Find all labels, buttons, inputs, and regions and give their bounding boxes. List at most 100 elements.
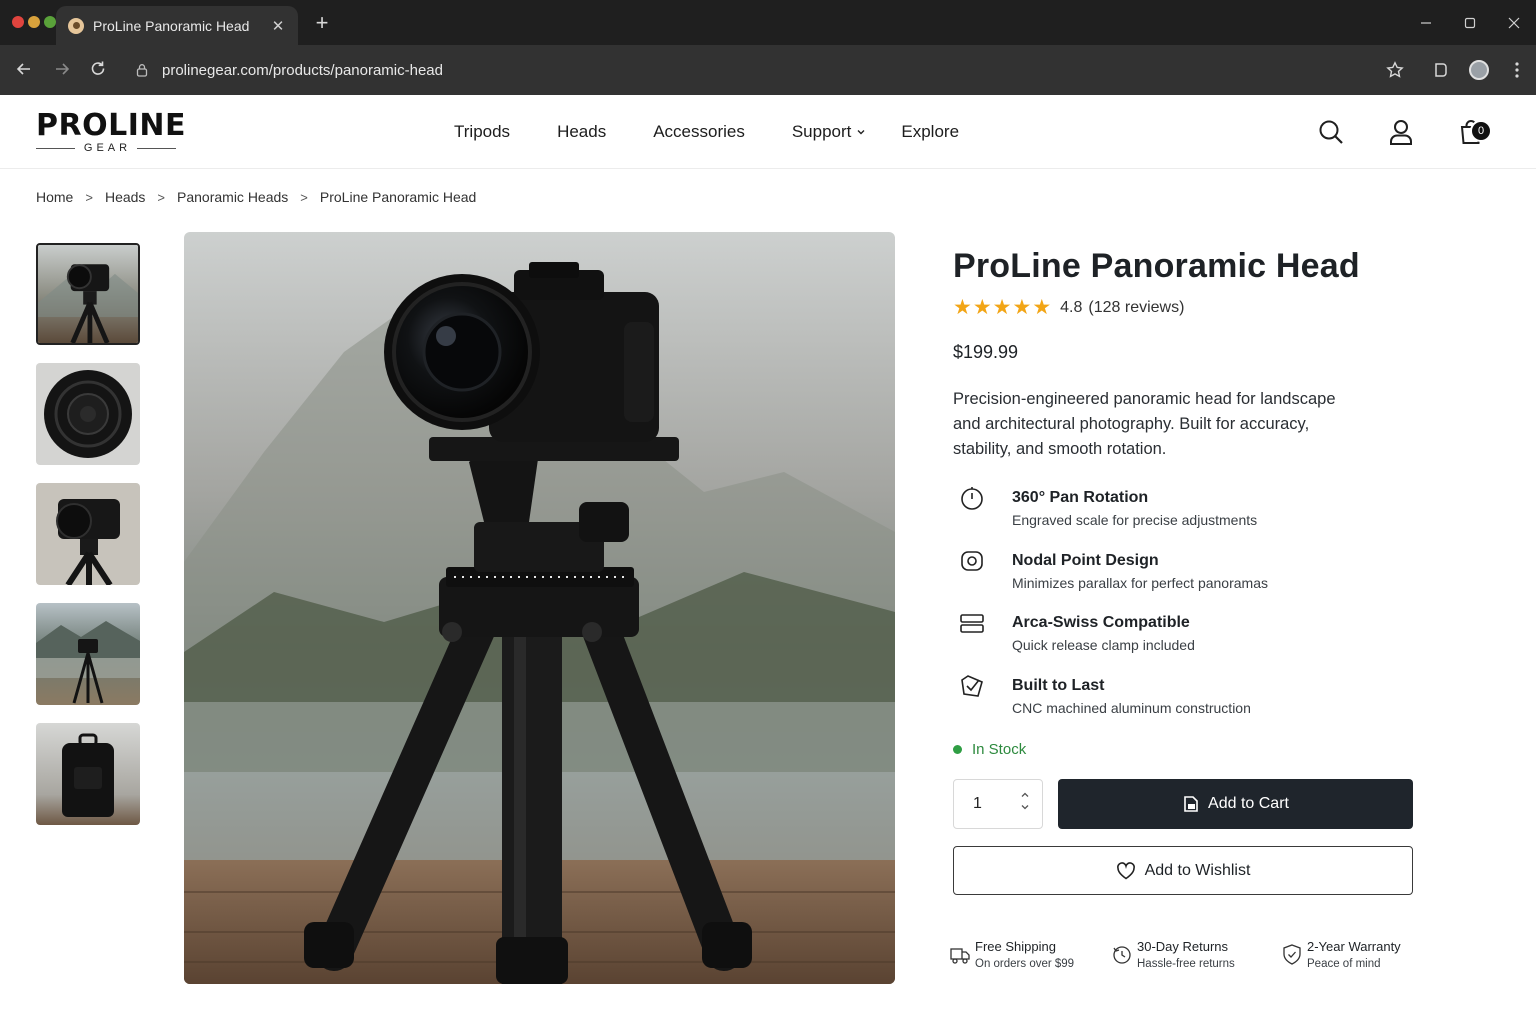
- rating-value: 4.8: [1060, 299, 1083, 316]
- product-description: Precision-engineered panoramic head for …: [953, 390, 1336, 458]
- stock-label: In Stock: [972, 741, 1027, 758]
- browser-actions: [1376, 45, 1536, 95]
- logo-subline: GEAR: [36, 142, 176, 154]
- nav-tripods[interactable]: Tripods: [454, 122, 510, 142]
- review-count[interactable]: (128 reviews): [1088, 299, 1184, 317]
- add-to-wishlist-label: Add to Wishlist: [1144, 861, 1251, 879]
- chevron-down-icon: [857, 130, 865, 135]
- chevron-up-icon[interactable]: [1020, 790, 1030, 800]
- feature-item: Arca-Swiss Compatible Quick release clamp…: [953, 613, 1413, 676]
- perk-title: 2-Year Warranty: [1307, 939, 1401, 954]
- close-window-dot[interactable]: [12, 16, 24, 28]
- rotation-dial-icon: [953, 483, 991, 513]
- star-icon: ★: [992, 296, 1012, 319]
- durable-badge-icon: [953, 671, 991, 701]
- bookmark-star-icon[interactable]: [1376, 51, 1414, 89]
- logo-wordmark: PROLINE: [36, 108, 186, 143]
- close-window-icon[interactable]: [1492, 0, 1536, 45]
- add-to-cart-label: Add to Cart: [1208, 795, 1289, 812]
- product-price: $199.99: [953, 342, 1019, 362]
- header-actions: 0: [1278, 95, 1492, 169]
- purchase-row: 1 Add to Cart: [953, 779, 1413, 829]
- minimize-icon[interactable]: [1404, 0, 1448, 45]
- thumbnail-3[interactable]: [36, 483, 140, 585]
- cart-icon: [1184, 796, 1198, 812]
- browser-menu-icon[interactable]: [1498, 51, 1536, 89]
- stock-status: In Stock: [953, 741, 1413, 758]
- thumbnail-2[interactable]: [36, 363, 140, 465]
- reload-icon[interactable]: [83, 54, 113, 84]
- breadcrumb-separator: >: [85, 189, 93, 205]
- extensions-icon[interactable]: [1422, 51, 1460, 89]
- nav-heads[interactable]: Heads: [557, 122, 606, 142]
- new-tab-button[interactable]: +: [310, 10, 334, 36]
- zoom-window-dot[interactable]: [44, 16, 56, 28]
- address-bar[interactable]: prolinegear.com/products/panoramic-head: [122, 51, 1420, 89]
- breadcrumb-heads[interactable]: Heads: [105, 189, 145, 205]
- site-info-icon[interactable]: [136, 63, 152, 77]
- shipping-truck-icon: [950, 948, 970, 964]
- forward-arrow-icon[interactable]: [47, 54, 77, 84]
- product-main-image[interactable]: [184, 232, 895, 984]
- breadcrumb-home[interactable]: Home: [36, 189, 73, 205]
- account-user-icon[interactable]: [1384, 115, 1418, 149]
- shopping-bag-icon[interactable]: 0: [1454, 115, 1492, 149]
- nav-label: Explore: [901, 122, 960, 141]
- perk-title: 30-Day Returns: [1137, 939, 1229, 954]
- quantity-arrows: [1020, 790, 1030, 812]
- cart-count-badge: 0: [1470, 120, 1492, 142]
- back-arrow-icon[interactable]: [9, 54, 39, 84]
- returns-clock-icon: [1113, 946, 1131, 964]
- product-thumbnails: [36, 243, 141, 843]
- add-to-cart-button[interactable]: Add to Cart: [1058, 779, 1413, 829]
- feature-list: 360° Pan Rotation Engraved scale for prec…: [953, 487, 1413, 739]
- perks-row: Free Shipping On orders over $99 30-Day R…: [949, 938, 1419, 970]
- clamp-icon: [953, 608, 991, 638]
- site-logo[interactable]: PROLINE GEAR: [36, 108, 186, 154]
- nav-explore[interactable]: Explore: [901, 122, 959, 142]
- url-text: prolinegear.com/products/panoramic-head: [162, 61, 443, 79]
- feature-title: Arca-Swiss Compatible: [1012, 614, 1190, 631]
- browser-tab-active[interactable]: ProLine Panoramic Head ✕: [56, 6, 298, 45]
- feature-item: Nodal Point Design Minimizes parallax for…: [953, 550, 1413, 614]
- feature-item: Built to Last CNC machined aluminum const…: [953, 674, 1413, 739]
- tab-title: ProLine Panoramic Head: [93, 17, 250, 34]
- window-controls-right: [1404, 0, 1536, 45]
- perk-title: Free Shipping: [975, 939, 1056, 954]
- perk-subtitle: Hassle-free returns: [1137, 958, 1235, 970]
- warranty-shield-icon: [1283, 944, 1301, 965]
- star-icon: ★: [1032, 296, 1052, 319]
- product-rating[interactable]: ★ ★ ★ ★ ★ 4.8 (128 reviews): [953, 296, 1413, 319]
- feature-subtitle: Engraved scale for precise adjustments: [1012, 512, 1258, 528]
- nodal-point-icon: [953, 546, 991, 576]
- nav-label: Heads: [557, 122, 607, 141]
- site-header: PROLINE GEAR Tripods Heads Accessories S…: [0, 95, 1536, 169]
- add-to-wishlist-button[interactable]: Add to Wishlist: [953, 846, 1413, 895]
- thumbnail-4[interactable]: [36, 603, 140, 705]
- tab-close-icon[interactable]: ✕: [268, 17, 288, 35]
- minimize-window-dot[interactable]: [28, 16, 40, 28]
- logo-sub-text: GEAR: [83, 142, 132, 154]
- thumbnail-1[interactable]: [36, 243, 140, 345]
- nav-accessories[interactable]: Accessories: [653, 122, 745, 142]
- browser-tab-bar: ProLine Panoramic Head ✕ +: [0, 0, 1536, 45]
- star-icon: ★: [1012, 296, 1032, 319]
- perk-subtitle: On orders over $99: [975, 958, 1075, 970]
- nav-label: Accessories: [653, 122, 745, 141]
- feature-title: Nodal Point Design: [1012, 551, 1159, 569]
- profile-avatar-icon[interactable]: [1460, 51, 1498, 89]
- quantity-value[interactable]: 1: [973, 795, 982, 813]
- breadcrumb-panoramic-heads[interactable]: Panoramic Heads: [177, 189, 288, 205]
- search-icon[interactable]: [1314, 115, 1348, 149]
- maximize-icon[interactable]: [1448, 0, 1492, 45]
- breadcrumb-current: ProLine Panoramic Head: [319, 189, 477, 205]
- nav-support[interactable]: Support: [792, 122, 867, 142]
- quantity-stepper[interactable]: 1: [953, 779, 1043, 829]
- perk-item: 30-Day Returns Hassle-free returns: [1111, 938, 1281, 970]
- feature-subtitle: Minimizes parallax for perfect panoramas: [1012, 574, 1268, 591]
- product-info-panel: ProLine Panoramic Head ★ ★ ★ ★ ★ 4.8 (12…: [953, 244, 1413, 895]
- chevron-down-icon[interactable]: [1020, 802, 1030, 812]
- star-icon: ★: [953, 296, 972, 319]
- thumbnail-5[interactable]: [36, 723, 140, 825]
- window-controls-left: [12, 16, 56, 28]
